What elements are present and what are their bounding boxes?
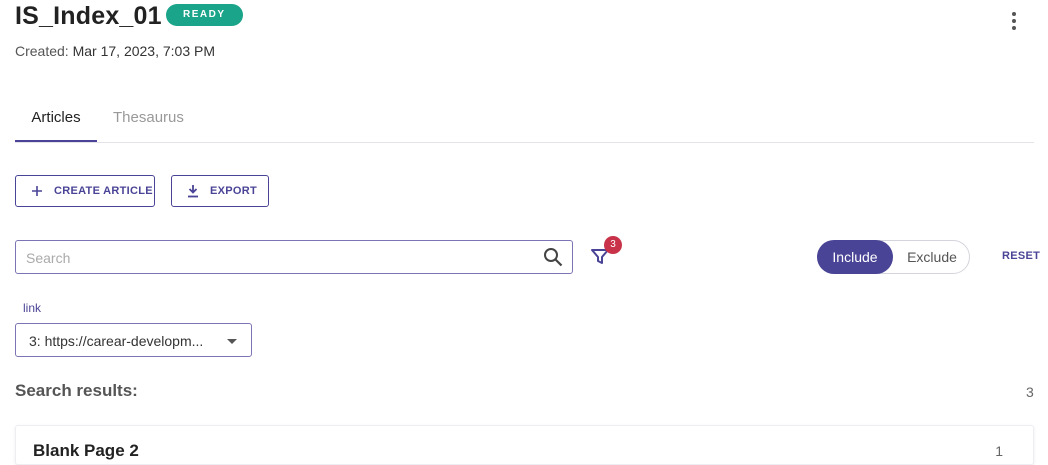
tab-bar: Articles Thesaurus <box>15 100 1034 143</box>
link-filter-value: 3: https://carear-developm... <box>29 333 204 349</box>
search-input[interactable] <box>24 249 528 267</box>
include-option[interactable]: Include <box>817 240 893 274</box>
filter-count-badge: 3 <box>604 236 622 254</box>
link-filter-label: link <box>23 301 42 315</box>
created-value: Mar 17, 2023, 7:03 PM <box>72 43 216 59</box>
results-title: Search results: <box>15 381 138 400</box>
results-count: 3 <box>1026 384 1034 400</box>
result-number: 1 <box>995 443 1003 459</box>
tab-articles[interactable]: Articles <box>15 100 97 142</box>
status-badge: READY <box>166 4 243 26</box>
create-article-label: CREATE ARTICLE <box>54 185 153 197</box>
created-info: Created: Mar 17, 2023, 7:03 PM <box>15 43 215 59</box>
export-label: EXPORT <box>210 185 258 197</box>
result-title: Blank Page 2 <box>33 441 139 460</box>
link-filter-select[interactable]: 3: https://carear-developm... <box>15 323 252 357</box>
tab-thesaurus[interactable]: Thesaurus <box>113 100 184 140</box>
plus-icon <box>30 184 44 198</box>
more-options-icon[interactable] <box>1004 10 1024 32</box>
created-label: Created: <box>15 43 69 59</box>
page-title: IS_Index_01 <box>15 2 162 30</box>
search-box <box>15 240 573 274</box>
search-icon[interactable] <box>543 247 563 267</box>
download-icon <box>186 184 200 198</box>
export-button[interactable]: EXPORT <box>171 175 269 207</box>
exclude-option[interactable]: Exclude <box>894 241 970 273</box>
reset-button[interactable]: RESET <box>1002 250 1040 262</box>
chevron-down-icon <box>227 339 237 344</box>
include-exclude-toggle: Include Exclude <box>817 240 970 274</box>
result-card[interactable]: Blank Page 2 1 <box>15 425 1034 465</box>
create-article-button[interactable]: CREATE ARTICLE <box>15 175 155 207</box>
